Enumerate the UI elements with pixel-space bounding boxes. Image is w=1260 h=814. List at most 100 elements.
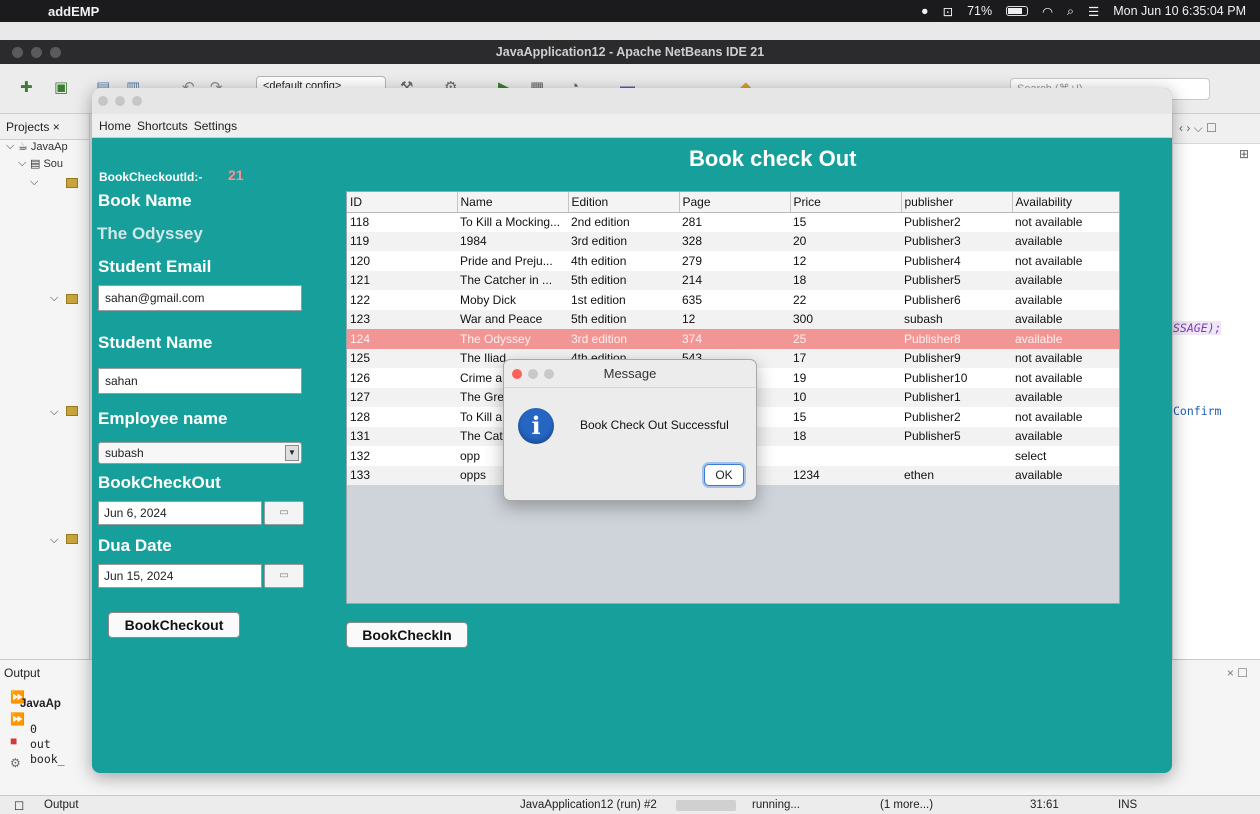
table-cell[interactable]: Moby Dick xyxy=(457,290,568,310)
column-header[interactable]: Edition xyxy=(568,192,680,213)
table-cell[interactable]: 126 xyxy=(347,368,457,388)
table-cell[interactable]: 1984 xyxy=(457,231,568,251)
menu-shortcuts[interactable]: Shortcuts xyxy=(136,119,189,133)
due-date-calendar-button[interactable]: ▭ xyxy=(264,564,304,588)
dialog-close-button[interactable] xyxy=(512,369,522,379)
table-cell[interactable]: 279 xyxy=(679,251,790,271)
user-icon[interactable]: ● xyxy=(921,4,929,18)
tree-expand-icon[interactable]: ⌵ xyxy=(50,292,58,305)
table-cell[interactable]: To Kill a Mocking... xyxy=(457,212,568,232)
table-cell[interactable]: not available xyxy=(1012,348,1119,368)
package-icon[interactable] xyxy=(66,534,78,544)
output-tab[interactable]: Output xyxy=(4,666,40,680)
table-cell[interactable]: Publisher2 xyxy=(901,407,1012,427)
tree-expand-icon[interactable]: ⌵ xyxy=(18,157,26,170)
status-output-label[interactable]: Output xyxy=(44,799,79,811)
table-cell[interactable]: 118 xyxy=(347,212,457,232)
table-cell[interactable]: available xyxy=(1012,309,1119,329)
stop-icon[interactable]: ■ xyxy=(10,734,17,748)
package-icon[interactable] xyxy=(66,178,78,188)
table-cell[interactable]: 12 xyxy=(790,251,901,271)
table-cell[interactable]: Publisher5 xyxy=(901,270,1012,290)
table-cell[interactable]: 20 xyxy=(790,231,901,251)
app-minimize-button[interactable] xyxy=(115,96,125,106)
menu-settings[interactable]: Settings xyxy=(193,119,238,133)
column-header[interactable]: Name xyxy=(457,192,569,213)
table-cell[interactable]: not available xyxy=(1012,407,1119,427)
menu-home[interactable]: Home xyxy=(98,119,132,133)
ok-button[interactable]: OK xyxy=(704,464,744,486)
table-cell[interactable]: 133 xyxy=(347,465,457,485)
table-cell[interactable]: not available xyxy=(1012,368,1119,388)
column-header[interactable]: ID xyxy=(347,192,458,213)
table-cell[interactable]: 328 xyxy=(679,231,790,251)
table-cell[interactable]: 132 xyxy=(347,446,457,466)
table-cell[interactable]: 1st edition xyxy=(568,290,679,310)
table-cell[interactable]: 3rd edition xyxy=(568,231,679,251)
wifi-icon[interactable]: ◠ xyxy=(1042,4,1053,19)
table-cell[interactable]: available xyxy=(1012,329,1119,349)
table-cell[interactable] xyxy=(901,446,1012,466)
table-cell[interactable]: Publisher9 xyxy=(901,348,1012,368)
table-cell[interactable]: 374 xyxy=(679,329,790,349)
table-cell[interactable]: 5th edition xyxy=(568,309,679,329)
rerun-with-params-icon[interactable]: ⏩ xyxy=(10,712,25,726)
column-header[interactable]: Availability xyxy=(1012,192,1119,213)
tree-expand-icon[interactable]: ⌵ xyxy=(50,534,58,547)
table-cell[interactable]: 17 xyxy=(790,348,901,368)
table-row[interactable]: 122 Moby Dick 1st edition 635 22 Publisher6 av… xyxy=(347,290,1119,310)
table-cell[interactable]: 15 xyxy=(790,212,901,232)
new-file-icon[interactable]: ✚ xyxy=(20,78,40,98)
table-cell[interactable]: available xyxy=(1012,465,1119,485)
table-cell[interactable]: 15 xyxy=(790,407,901,427)
due-date-field[interactable]: Jun 15, 2024 xyxy=(98,564,262,588)
table-cell[interactable]: Publisher2 xyxy=(901,212,1012,232)
table-cell[interactable]: 127 xyxy=(347,387,457,407)
output-settings-icon[interactable]: ⚙ xyxy=(10,756,21,770)
table-cell[interactable]: Publisher1 xyxy=(901,387,1012,407)
table-cell[interactable]: 18 xyxy=(790,426,901,446)
column-header[interactable]: Price xyxy=(790,192,902,213)
projects-tab[interactable]: Projects × xyxy=(0,114,89,140)
package-icon[interactable] xyxy=(66,406,78,416)
output-close-icon[interactable]: × ☐ xyxy=(1227,666,1248,680)
table-row[interactable]: 124 The Odyssey 3rd edition 374 25 Publisher8… xyxy=(347,329,1119,349)
minimize-window-button[interactable] xyxy=(31,47,42,58)
table-cell[interactable]: available xyxy=(1012,387,1119,407)
menu-clock[interactable]: Mon Jun 10 6:35:04 PM xyxy=(1113,4,1246,18)
table-cell[interactable]: not available xyxy=(1012,212,1119,232)
table-cell[interactable]: select xyxy=(1012,446,1119,466)
table-cell[interactable]: 1234 xyxy=(790,465,901,485)
table-cell[interactable]: The Catcher in ... xyxy=(457,270,568,290)
table-cell[interactable] xyxy=(790,446,901,466)
table-cell[interactable]: 122 xyxy=(347,290,457,310)
table-cell[interactable]: Publisher3 xyxy=(901,231,1012,251)
table-cell[interactable]: 124 xyxy=(347,329,457,349)
output-toggle-icon[interactable]: ☐ xyxy=(14,799,24,813)
table-cell[interactable]: 128 xyxy=(347,407,457,427)
table-cell[interactable]: 2nd edition xyxy=(568,212,679,232)
table-cell[interactable]: 12 xyxy=(679,309,790,329)
table-cell[interactable]: Publisher8 xyxy=(901,329,1012,349)
table-row[interactable]: 123 War and Peace 5th edition 12 300 subash av… xyxy=(347,309,1119,329)
table-cell[interactable]: The Odyssey xyxy=(457,329,568,349)
split-editor-icon[interactable]: ⊞ xyxy=(1239,147,1249,161)
code-fragment[interactable]: SSAGE); xyxy=(1173,321,1222,335)
table-cell[interactable]: available xyxy=(1012,231,1119,251)
tree-expand-icon[interactable]: ⌵ xyxy=(30,176,38,189)
table-cell[interactable]: subash xyxy=(901,309,1012,329)
tree-expand-icon[interactable]: ⌵ xyxy=(50,406,58,419)
menu-app-name[interactable]: addEMP xyxy=(48,4,99,19)
table-cell[interactable]: 281 xyxy=(679,212,790,232)
book-checkin-button[interactable]: BookCheckIn xyxy=(346,622,468,648)
table-cell[interactable]: 131 xyxy=(347,426,457,446)
control-center-icon[interactable]: ☰ xyxy=(1088,4,1099,19)
table-cell[interactable]: 5th edition xyxy=(568,270,679,290)
table-cell[interactable]: 18 xyxy=(790,270,901,290)
chevron-down-icon[interactable]: ▼ xyxy=(285,445,299,461)
app-close-button[interactable] xyxy=(98,96,108,106)
table-cell[interactable]: 214 xyxy=(679,270,790,290)
dialog-minimize-button[interactable] xyxy=(528,369,538,379)
table-cell[interactable]: 635 xyxy=(679,290,790,310)
table-cell[interactable]: 120 xyxy=(347,251,457,271)
